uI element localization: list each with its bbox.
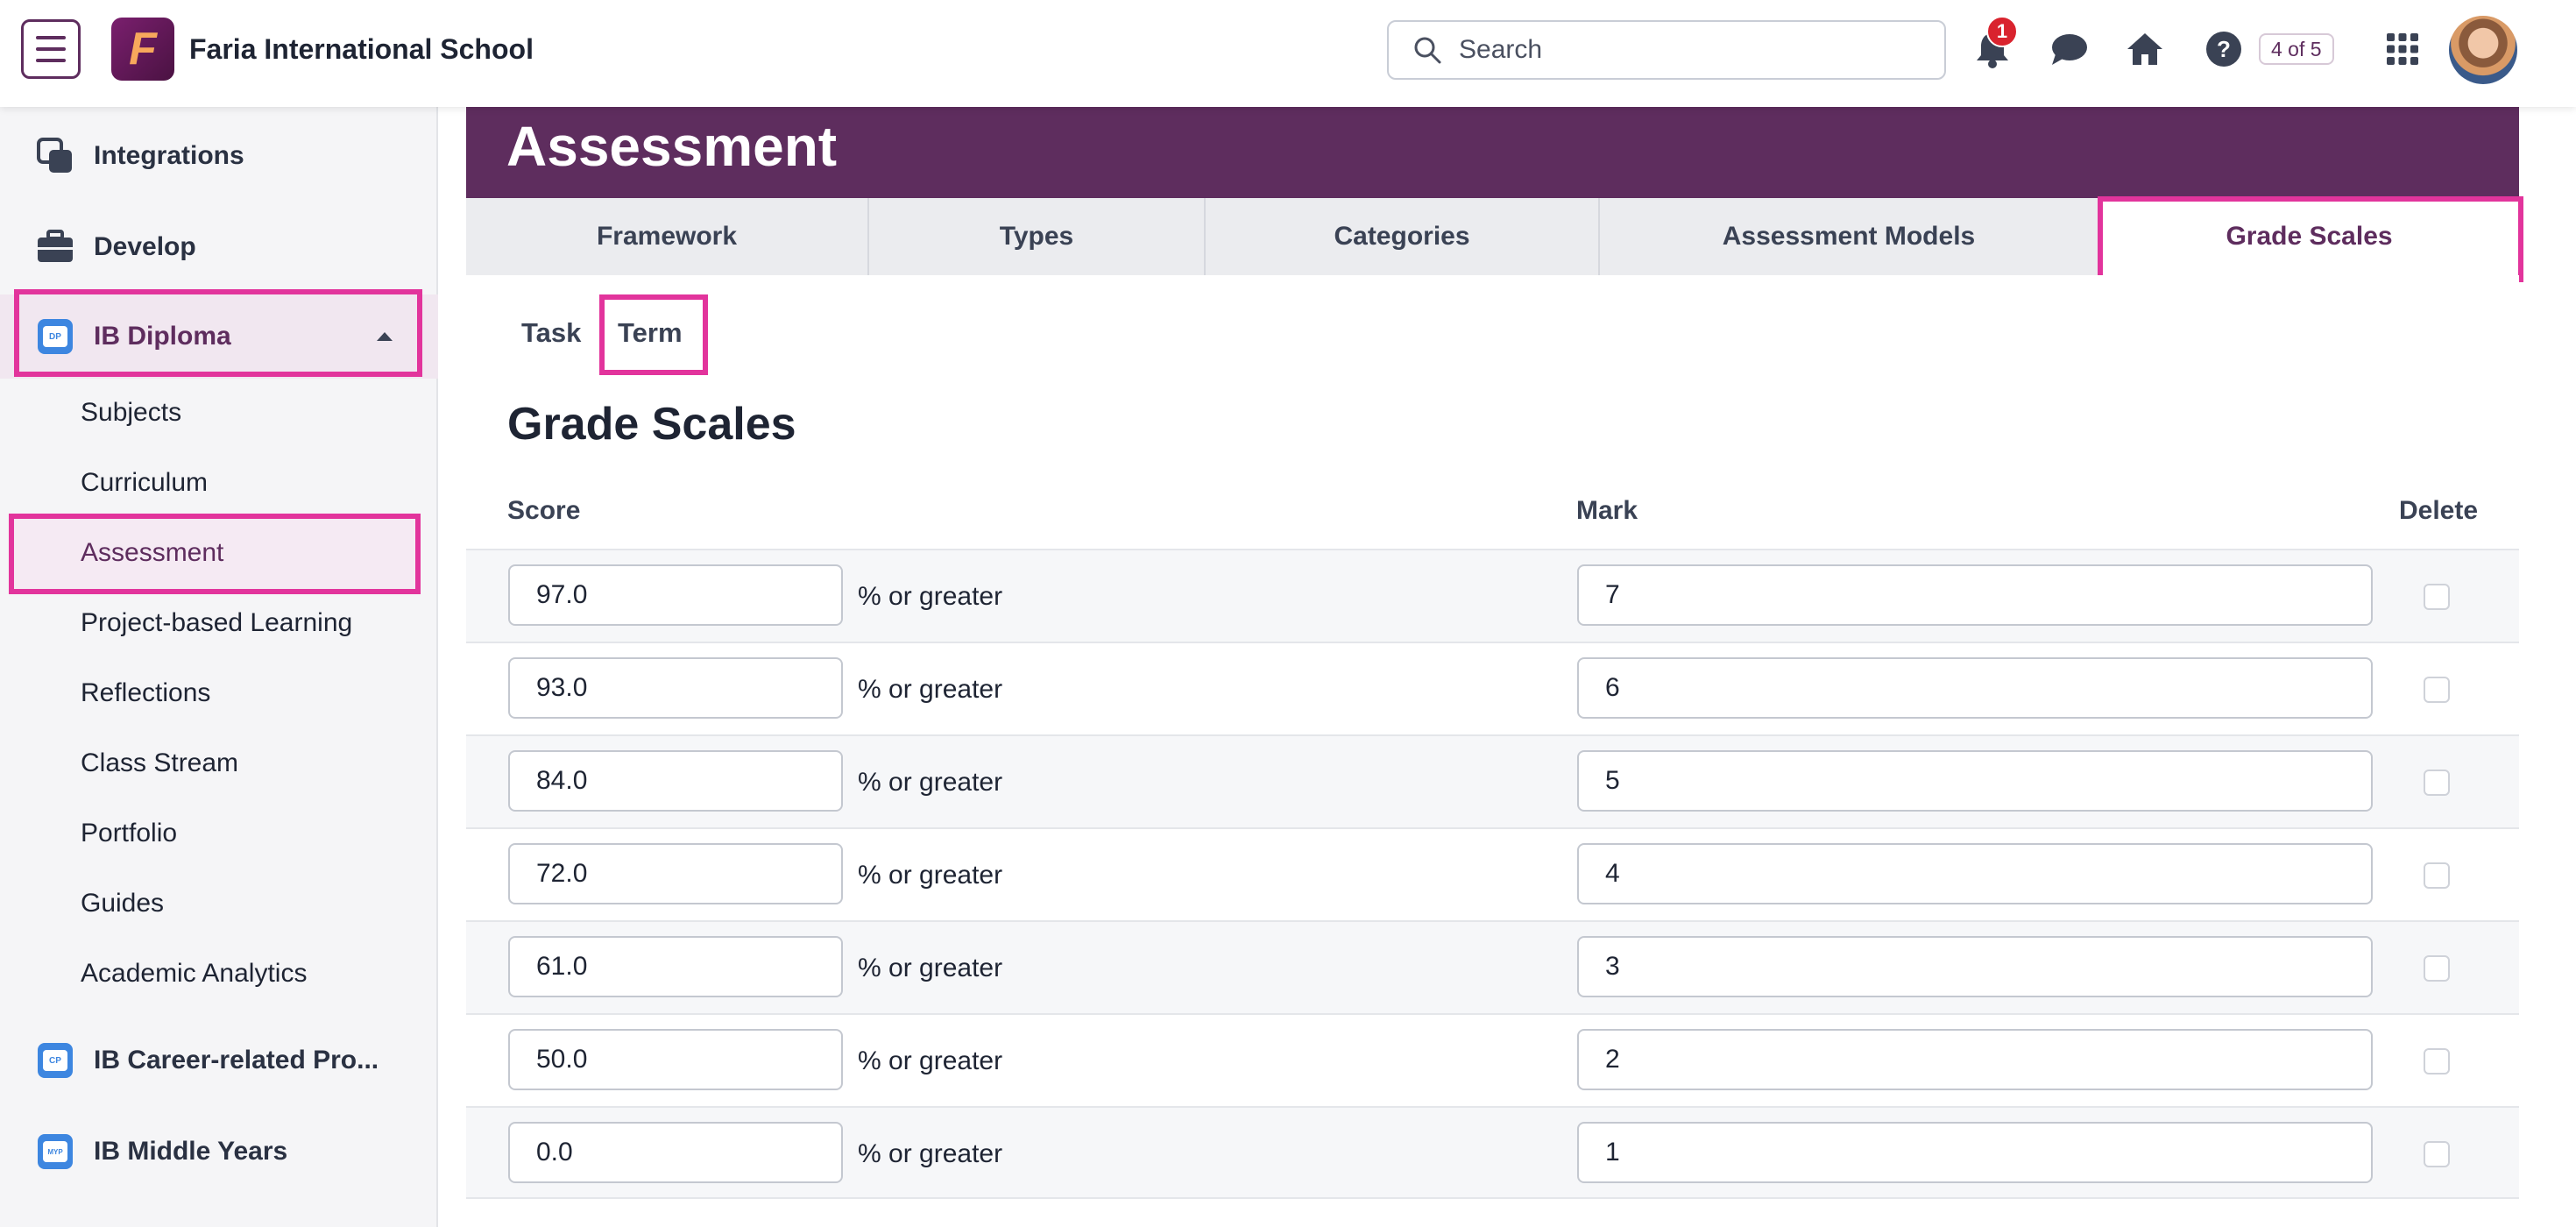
score-input[interactable] [508, 936, 843, 997]
top-bar: F Faria International School 1 ? 4 of 5 [0, 0, 2576, 107]
mark-input[interactable] [1577, 1122, 2373, 1183]
search-input[interactable] [1457, 34, 1916, 66]
page-title: Assessment [506, 115, 838, 178]
notification-count-badge: 1 [1986, 16, 2018, 47]
home-icon [2127, 33, 2162, 65]
help-pager-badge[interactable]: 4 of 5 [2259, 33, 2334, 65]
tab-types[interactable]: Types [869, 198, 1206, 275]
table-row: % or greater [466, 549, 2519, 642]
table-row: % or greater [466, 827, 2519, 920]
sidebar-item-integrations[interactable]: Integrations [0, 131, 438, 181]
sidebar-item-label: IB Career-related Pro... [94, 1046, 379, 1075]
tab-categories[interactable]: Categories [1206, 198, 1600, 275]
table-row: % or greater [466, 1106, 2519, 1199]
apps-grid-icon [2387, 33, 2418, 65]
score-suffix: % or greater [858, 768, 1003, 797]
search-icon [1414, 37, 1441, 64]
sidebar-item-ib-middle-years[interactable]: MYP IB Middle Years [0, 1127, 438, 1176]
score-input[interactable] [508, 1029, 843, 1090]
mark-input[interactable] [1577, 564, 2373, 626]
help-icon: ? [2206, 32, 2241, 67]
delete-checkbox[interactable] [2424, 770, 2450, 796]
highlight-ib-diploma [14, 289, 422, 377]
score-input[interactable] [508, 1122, 843, 1183]
column-header-delete: Delete [2399, 496, 2479, 525]
table-row: % or greater [466, 920, 2519, 1013]
highlight-term-subtab [599, 294, 708, 375]
delete-checkbox[interactable] [2424, 677, 2450, 703]
programme-code-text: CP [43, 1050, 67, 1071]
briefcase-icon [35, 227, 75, 267]
hamburger-menu-button[interactable] [21, 19, 81, 79]
home-button[interactable] [2124, 28, 2166, 70]
integrations-icon [35, 136, 75, 176]
sidebar-subitem-curriculum[interactable]: Curriculum [81, 468, 208, 498]
mark-input[interactable] [1577, 1029, 2373, 1090]
table-row: % or greater [466, 1013, 2519, 1106]
school-name[interactable]: Faria International School [189, 33, 534, 66]
delete-checkbox[interactable] [2424, 862, 2450, 889]
highlight-assessment [9, 514, 421, 594]
delete-checkbox[interactable] [2424, 584, 2450, 610]
mark-input[interactable] [1577, 750, 2373, 812]
user-avatar[interactable] [2449, 16, 2517, 84]
score-suffix: % or greater [858, 582, 1003, 611]
sidebar-subitem-project-based-learning[interactable]: Project-based Learning [81, 608, 352, 638]
ib-career-related-icon: CP [35, 1040, 75, 1081]
chat-bubble-icon [2052, 34, 2087, 65]
section-title: Grade Scales [507, 399, 796, 450]
messages-button[interactable] [2049, 28, 2091, 70]
score-suffix: % or greater [858, 861, 1003, 890]
sidebar-subitem-academic-analytics[interactable]: Academic Analytics [81, 959, 307, 989]
subtab-task[interactable]: Task [521, 317, 581, 349]
hamburger-line [36, 59, 66, 62]
sidebar-item-label: Develop [94, 232, 196, 261]
ib-middle-years-icon: MYP [35, 1131, 75, 1172]
sidebar-subitem-reflections[interactable]: Reflections [81, 678, 210, 708]
svg-text:?: ? [2217, 36, 2231, 62]
sidebar-subitem-guides[interactable]: Guides [81, 889, 164, 918]
delete-checkbox[interactable] [2424, 955, 2450, 982]
apps-button[interactable] [2381, 28, 2424, 70]
sidebar-subitem-subjects[interactable]: Subjects [81, 398, 181, 428]
mark-input[interactable] [1577, 657, 2373, 719]
sidebar-item-label: IB Middle Years [94, 1137, 288, 1166]
score-suffix: % or greater [858, 1046, 1003, 1075]
column-header-score: Score [507, 496, 581, 525]
sidebar-subitem-class-stream[interactable]: Class Stream [81, 748, 238, 778]
sidebar-item-ib-career-related[interactable]: CP IB Career-related Pro... [0, 1036, 438, 1085]
score-suffix: % or greater [858, 954, 1003, 982]
table-row: % or greater [466, 642, 2519, 734]
programme-code-text: MYP [43, 1141, 67, 1162]
hamburger-line [36, 36, 66, 39]
delete-checkbox[interactable] [2424, 1048, 2450, 1075]
mark-input[interactable] [1577, 936, 2373, 997]
delete-checkbox[interactable] [2424, 1141, 2450, 1167]
score-input[interactable] [508, 843, 843, 904]
school-logo[interactable]: F [111, 18, 174, 81]
highlight-grade-scales-tab [2098, 196, 2523, 282]
tab-assessment-models[interactable]: Assessment Models [1600, 198, 2099, 275]
page-header: Assessment [466, 107, 2519, 198]
hamburger-line [36, 47, 66, 51]
table-row: % or greater [466, 734, 2519, 827]
tab-framework[interactable]: Framework [466, 198, 869, 275]
score-input[interactable] [508, 657, 843, 719]
sidebar-item-label: Integrations [94, 141, 244, 170]
score-suffix: % or greater [858, 1139, 1003, 1168]
score-input[interactable] [508, 564, 843, 626]
score-suffix: % or greater [858, 675, 1003, 704]
column-header-mark: Mark [1576, 496, 1638, 525]
mark-input[interactable] [1577, 843, 2373, 904]
sidebar-subitem-portfolio[interactable]: Portfolio [81, 819, 177, 848]
sidebar-item-develop[interactable]: Develop [0, 223, 438, 272]
score-input[interactable] [508, 750, 843, 812]
help-button[interactable]: ? [2203, 28, 2245, 70]
search-box[interactable] [1387, 20, 1946, 80]
